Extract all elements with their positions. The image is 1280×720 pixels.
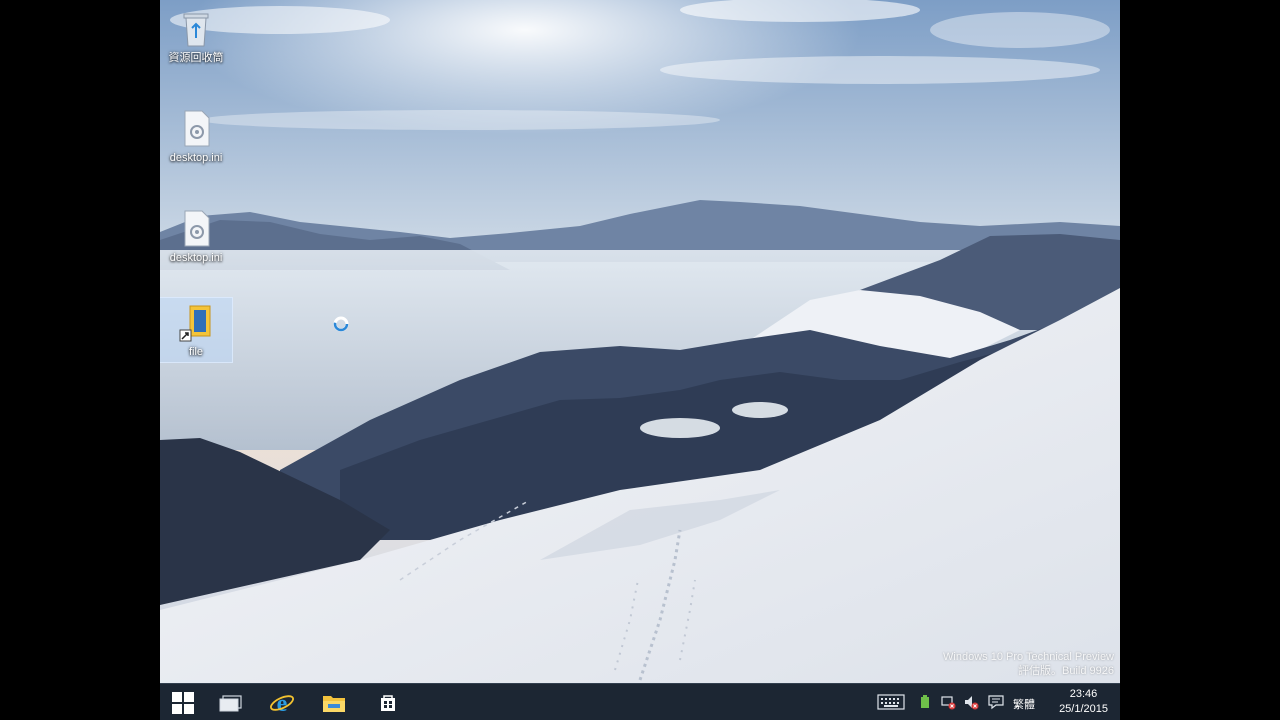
desktop-icon-label: desktop.ini [169,152,223,164]
windows-logo-icon [172,691,194,714]
action-center-button[interactable] [988,692,1004,712]
power-tray-button[interactable] [917,692,933,712]
taskbar: e 繁體 23:46 25/1/2015 [160,683,1120,720]
wallpaper-image [160,0,1120,683]
svg-text:e: e [277,691,288,716]
ie-icon: e [270,691,294,716]
desktop-icon-label: file [188,346,204,358]
desktop-icon-label: 資源回收筒 [168,52,224,64]
shortcut-icon [179,305,211,342]
system-clock[interactable]: 23:46 25/1/2015 [1059,687,1108,717]
action-center-icon [988,695,1004,710]
clock-time: 23:46 [1069,688,1098,700]
desktop-icon-recycle-bin[interactable]: 資源回收筒 [160,0,232,72]
folder-icon [323,695,345,712]
build-watermark: Windows 10 Pro Technical Preview 評估版。Bui… [943,650,1114,678]
internet-explorer-button[interactable]: e [259,684,305,720]
clock-date: 25/1/2015 [1059,703,1108,715]
desktop-icon-label: desktop.ini [169,252,223,264]
busy-cursor-icon [333,316,349,332]
volume-icon [965,696,979,710]
start-button[interactable] [160,684,206,720]
desktop-icon-desktop-ini-1[interactable]: desktop.ini [160,100,232,172]
network-icon [941,696,956,710]
task-view-icon [219,694,242,711]
touch-keyboard-button[interactable] [877,692,905,712]
desktop-icon-desktop-ini-2[interactable]: desktop.ini [160,200,232,272]
desktop-screen: 資源回收筒 desktop.ini desktop.ini file Windo… [160,0,1120,720]
store-icon [381,694,395,711]
settings-file-icon [184,210,210,247]
power-icon [921,695,929,708]
watermark-line-2: 評估版。Build 9926 [1018,665,1114,677]
recycle-bin-icon [183,13,209,47]
file-explorer-button[interactable] [311,684,357,720]
network-tray-button[interactable] [940,692,956,712]
watermark-line-1: Windows 10 Pro Technical Preview [943,651,1114,663]
desktop-icon-file-shortcut[interactable]: file [160,297,233,363]
input-language-indicator[interactable]: 繁體 [1013,696,1035,712]
volume-tray-button[interactable] [963,692,979,712]
store-button[interactable] [365,684,411,720]
keyboard-icon [877,694,905,710]
task-view-button[interactable] [208,684,254,720]
settings-file-icon [184,110,210,147]
